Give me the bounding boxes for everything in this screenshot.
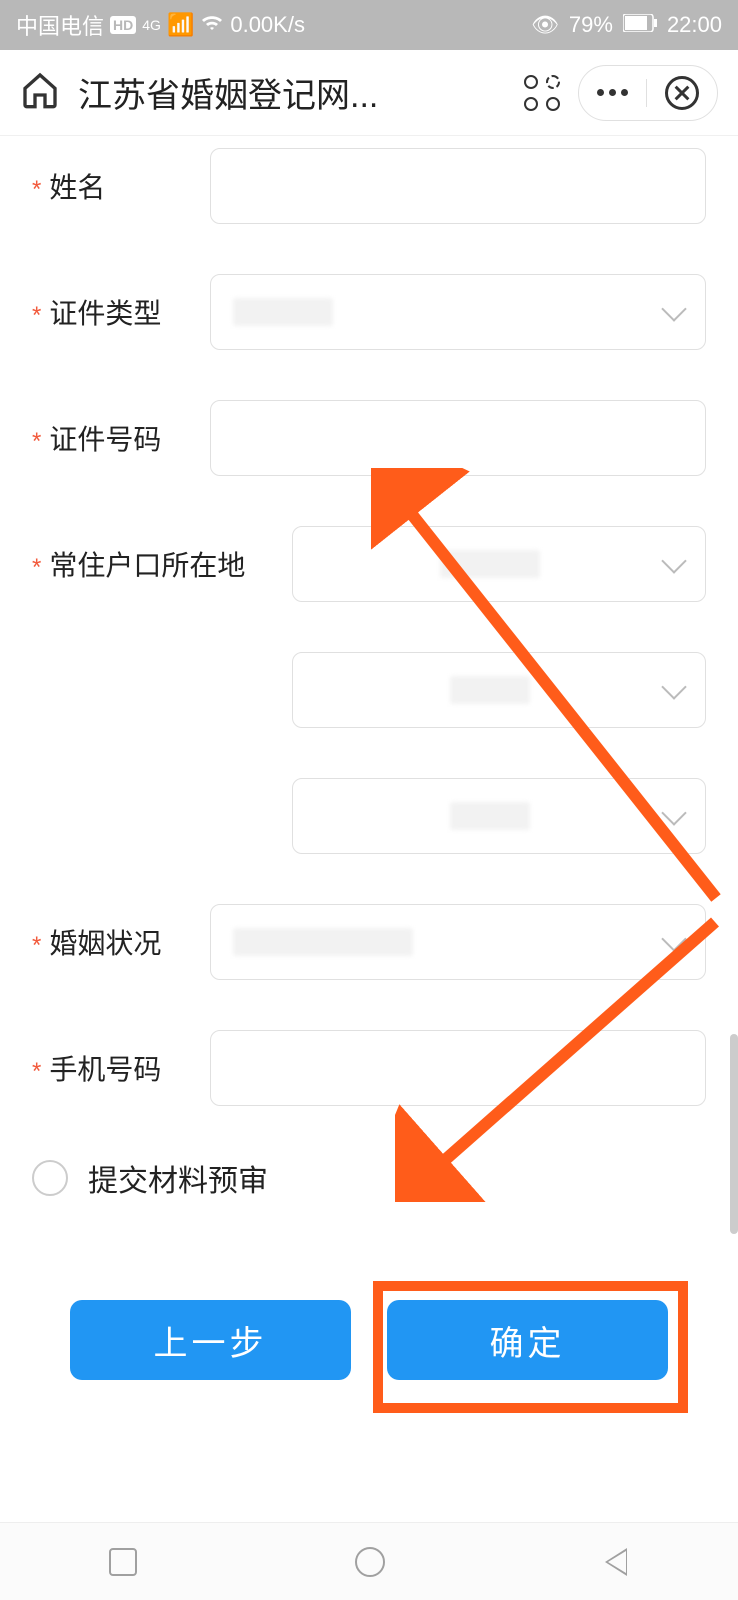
signal-icon: 📶 — [167, 12, 194, 38]
battery-pct-label: 79% — [569, 12, 613, 38]
phone-input[interactable] — [210, 1030, 706, 1106]
miniprogram-menu-icon[interactable] — [524, 75, 560, 111]
field-phone: * 手机号码 — [32, 1030, 706, 1106]
nav-recent-icon[interactable] — [109, 1548, 137, 1576]
eye-icon: 👁 — [531, 12, 559, 38]
scroll-indicator[interactable] — [730, 1034, 738, 1234]
chevron-down-icon — [661, 674, 686, 699]
phone-label: 手机号码 — [49, 1048, 161, 1088]
blurred-value — [233, 928, 413, 956]
blurred-value — [450, 802, 530, 830]
status-bar: 中国电信 HD 4G 📶 0.00K/s 👁 79% 22:00 — [0, 0, 738, 50]
net-speed-label: 0.00K/s — [230, 12, 305, 38]
form: * 姓名 * 证件类型 * 证件号码 * 常住户口所在地 * 婚姻状况 — [0, 136, 738, 1106]
nav-back-icon[interactable] — [603, 1546, 629, 1578]
signal-4g-icon: 4G — [142, 17, 161, 33]
pre-review-checkbox-row[interactable]: 提交材料预审 — [0, 1156, 738, 1200]
residence-city-select[interactable] — [292, 652, 706, 728]
confirm-button[interactable]: 确定 — [387, 1300, 668, 1380]
chevron-down-icon — [661, 800, 686, 825]
hd-badge: HD — [110, 16, 136, 34]
pre-review-label: 提交材料预审 — [88, 1156, 268, 1200]
required-marker: * — [32, 428, 41, 456]
required-marker: * — [32, 302, 41, 330]
blurred-value — [450, 676, 530, 704]
required-marker: * — [32, 932, 41, 960]
chevron-down-icon — [661, 296, 686, 321]
field-id-number: * 证件号码 — [32, 400, 706, 476]
blurred-value — [233, 298, 333, 326]
carrier-label: 中国电信 — [16, 9, 104, 41]
marital-status-label: 婚姻状况 — [49, 922, 161, 962]
home-icon[interactable] — [20, 70, 60, 115]
id-type-label: 证件类型 — [49, 292, 161, 332]
field-residence-district — [32, 778, 706, 854]
id-number-label: 证件号码 — [49, 418, 161, 458]
divider — [646, 79, 647, 107]
required-marker: * — [32, 176, 41, 204]
battery-icon — [623, 12, 657, 38]
close-icon[interactable] — [665, 76, 699, 110]
nav-home-icon[interactable] — [355, 1547, 385, 1577]
system-nav-bar — [0, 1522, 738, 1600]
chevron-down-icon — [661, 926, 686, 951]
name-input[interactable] — [210, 148, 706, 224]
required-marker: * — [32, 1058, 41, 1086]
field-residence: * 常住户口所在地 — [32, 526, 706, 602]
time-label: 22:00 — [667, 12, 722, 38]
chevron-down-icon — [661, 548, 686, 573]
field-name: * 姓名 — [32, 148, 706, 224]
required-marker: * — [32, 554, 41, 582]
id-type-select[interactable] — [210, 274, 706, 350]
button-row: 上一步 确定 — [0, 1300, 738, 1380]
residence-district-select[interactable] — [292, 778, 706, 854]
field-marital-status: * 婚姻状况 — [32, 904, 706, 980]
wifi-icon — [200, 12, 224, 38]
blurred-value — [440, 550, 540, 578]
more-icon[interactable] — [597, 89, 628, 96]
id-number-input[interactable] — [210, 400, 706, 476]
marital-status-select[interactable] — [210, 904, 706, 980]
app-bar: 江苏省婚姻登记网... — [0, 50, 738, 136]
prev-button[interactable]: 上一步 — [70, 1300, 351, 1380]
field-id-type: * 证件类型 — [32, 274, 706, 350]
capsule-menu — [578, 65, 718, 121]
name-label: 姓名 — [49, 166, 105, 206]
residence-label: 常住户口所在地 — [49, 544, 245, 584]
radio-icon[interactable] — [32, 1160, 68, 1196]
residence-province-select[interactable] — [292, 526, 706, 602]
page-title: 江苏省婚姻登记网... — [78, 68, 506, 117]
field-residence-city — [32, 652, 706, 728]
